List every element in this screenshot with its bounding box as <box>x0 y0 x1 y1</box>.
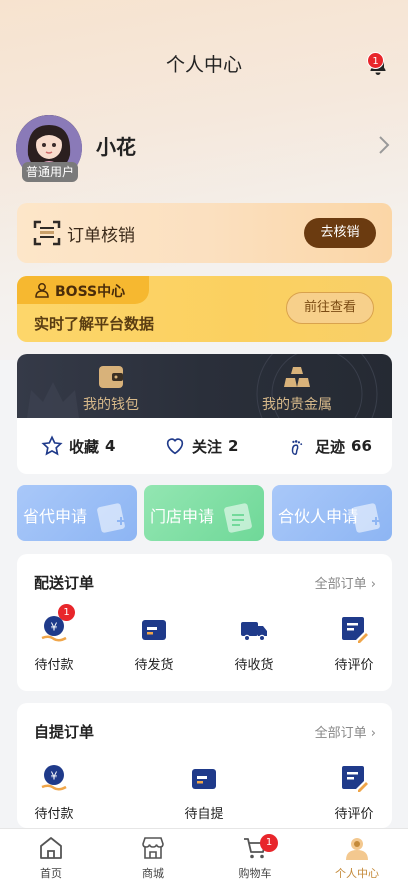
view-now-button[interactable]: 前往查看 <box>286 292 374 324</box>
following-stat[interactable]: 关注 2 <box>164 434 238 458</box>
store-apply-label: 门店申请 <box>150 507 215 526</box>
svg-text:¥: ¥ <box>51 770 58 783</box>
pending-payment-badge: 1 <box>58 604 75 621</box>
to-receive-label: 待收货 <box>234 658 274 673</box>
following-label: 关注 <box>192 437 223 456</box>
review-icon <box>342 766 368 792</box>
order-verify-title: 订单核销 <box>67 226 135 246</box>
all-orders-label: 全部订单 <box>314 726 367 741</box>
cart-badge: 1 <box>260 834 278 852</box>
user-icon <box>346 838 368 860</box>
pickup-to-collect[interactable]: 待自提 <box>164 763 244 822</box>
delivery-to-ship[interactable]: 待发货 <box>114 614 194 673</box>
tab-profile[interactable]: 个人中心 <box>317 835 397 881</box>
order-verify-card[interactable]: 订单核销 去核销 <box>17 203 392 263</box>
pending-payment-label: 待付款 <box>34 658 74 673</box>
provincial-agent-apply-label: 省代申请 <box>23 507 88 526</box>
document-plus-icon <box>97 503 125 533</box>
pickup-icon <box>192 769 216 789</box>
review-icon <box>342 617 368 643</box>
payment-icon: ¥ <box>41 765 67 791</box>
member-level-badge: 普通用户 <box>22 162 78 182</box>
pickup-orders-title: 自提订单 <box>34 723 95 741</box>
favorites-count: 4 <box>105 437 116 455</box>
boss-center-card[interactable]: BOSS中心 实时了解平台数据 前往查看 <box>17 276 392 342</box>
go-verify-button[interactable]: 去核销 <box>304 218 376 248</box>
delivery-orders-card: 配送订单 全部订单 › ¥ 待付款 1 待发货 待收货 待评价 <box>17 554 392 691</box>
to-review-label: 待评价 <box>334 807 374 822</box>
user-outline-icon <box>35 283 49 298</box>
home-icon <box>40 837 62 859</box>
boss-center-subtitle: 实时了解平台数据 <box>34 315 155 333</box>
partner-apply-label: 合伙人申请 <box>278 507 359 526</box>
bottom-tab-bar: 首页 商城 购物车 1 个人中心 <box>0 828 408 883</box>
to-ship-label: 待发货 <box>134 658 174 673</box>
favorites-stat[interactable]: 收藏 4 <box>41 434 115 458</box>
pickup-pending-payment[interactable]: ¥ 待付款 <box>14 763 94 822</box>
tab-profile-label: 个人中心 <box>335 867 379 880</box>
notification-badge: 1 <box>367 52 384 69</box>
tab-mall-label: 商城 <box>142 867 164 880</box>
scan-icon <box>33 220 61 246</box>
tab-cart[interactable]: 购物车 1 <box>215 834 295 881</box>
to-collect-label: 待自提 <box>184 807 224 822</box>
precious-metals-label: 我的贵金属 <box>262 397 332 413</box>
boss-center-label: BOSS中心 <box>55 284 126 300</box>
precious-metals-button[interactable]: 我的贵金属 <box>237 364 357 414</box>
wallet-icon <box>99 366 123 388</box>
assets-card: 我的钱包 我的贵金属 收藏 4 关注 2 足迹 66 <box>17 354 392 474</box>
provincial-agent-apply-tile[interactable]: 省代申请 <box>17 485 137 541</box>
truck-icon <box>241 622 267 642</box>
profile-row[interactable]: 普通用户 小花 <box>16 115 392 183</box>
document-lines-icon <box>224 503 252 533</box>
boss-center-tab: BOSS中心 <box>17 276 149 304</box>
page-header: 个人中心 1 <box>0 48 408 82</box>
to-review-label: 待评价 <box>334 658 374 673</box>
star-icon <box>41 435 63 456</box>
delivery-to-review[interactable]: 待评价 <box>314 614 394 673</box>
delivery-pending-payment[interactable]: ¥ 待付款 1 <box>14 604 94 673</box>
heart-icon <box>166 438 184 455</box>
pickup-to-review[interactable]: 待评价 <box>314 763 394 822</box>
delivery-orders-title: 配送订单 <box>34 574 95 592</box>
tab-mall[interactable]: 商城 <box>113 835 193 881</box>
all-orders-label: 全部订单 <box>314 577 367 592</box>
pending-payment-label: 待付款 <box>34 807 74 822</box>
my-wallet-label: 我的钱包 <box>83 397 139 413</box>
footprints-count: 66 <box>351 437 372 455</box>
pickup-all-orders-link[interactable]: 全部订单 › <box>315 722 376 741</box>
following-count: 2 <box>228 437 239 455</box>
notification-bell[interactable]: 1 <box>366 52 390 78</box>
my-wallet-button[interactable]: 我的钱包 <box>51 364 171 414</box>
pickup-orders-card: 自提订单 全部订单 › ¥ 待付款 待自提 待评价 <box>17 703 392 828</box>
favorites-label: 收藏 <box>69 437 100 456</box>
stats-row: 收藏 4 关注 2 足迹 66 <box>17 418 392 474</box>
svg-text:¥: ¥ <box>51 621 58 634</box>
tab-home[interactable]: 首页 <box>11 835 91 881</box>
delivery-to-receive[interactable]: 待收货 <box>214 614 294 673</box>
tab-cart-label: 购物车 <box>238 867 272 880</box>
store-apply-tile[interactable]: 门店申请 <box>144 485 264 541</box>
footprints-stat[interactable]: 足迹 66 <box>287 434 372 458</box>
partner-apply-tile[interactable]: 合伙人申请 <box>272 485 392 541</box>
chevron-right-icon <box>379 136 390 154</box>
gold-bars-icon <box>284 367 310 387</box>
assets-header: 我的钱包 我的贵金属 <box>17 354 392 418</box>
tab-home-label: 首页 <box>40 867 62 880</box>
username: 小花 <box>96 135 136 159</box>
to-ship-icon <box>142 620 166 640</box>
document-plus-icon <box>352 503 380 533</box>
footprints-label: 足迹 <box>315 437 346 456</box>
store-icon <box>142 837 164 859</box>
page-title: 个人中心 <box>165 54 242 76</box>
delivery-all-orders-link[interactable]: 全部订单 › <box>315 573 376 592</box>
footprint-icon <box>291 440 303 455</box>
